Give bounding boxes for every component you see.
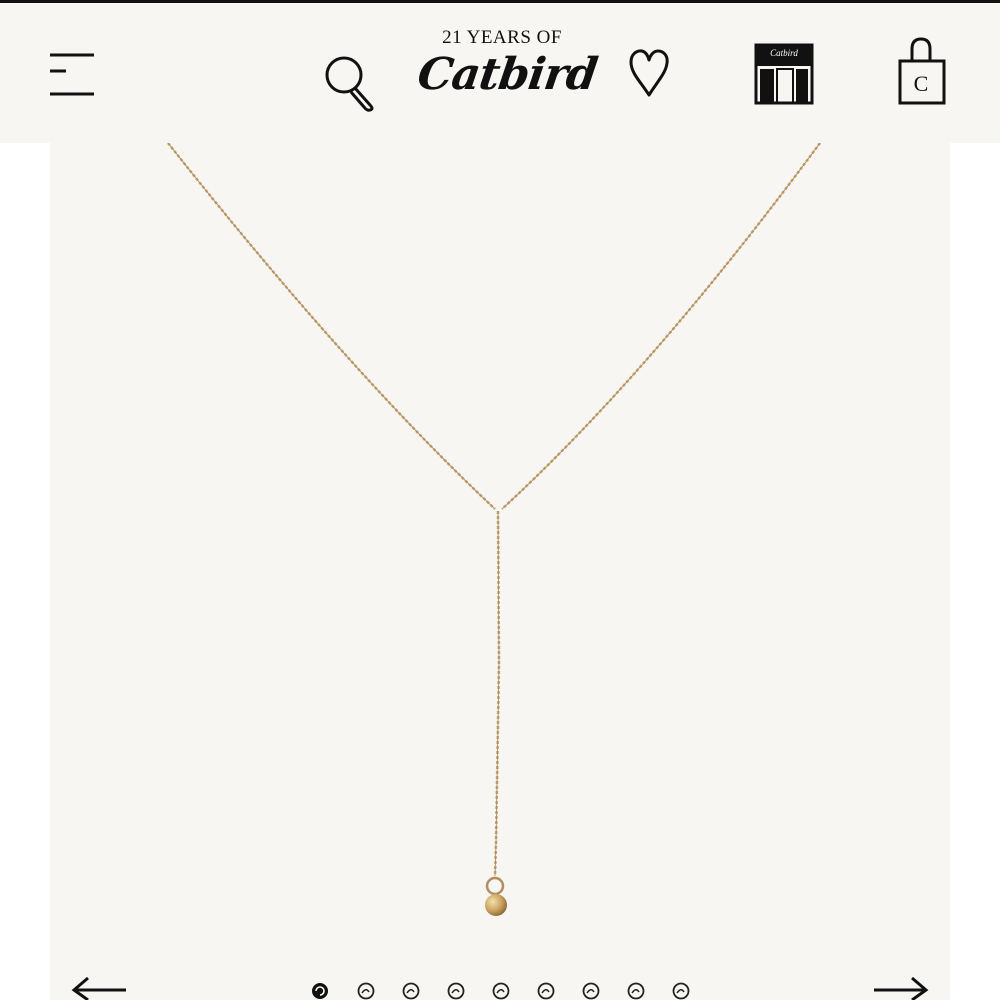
slide-dot-icon bbox=[672, 982, 690, 1000]
slide-dot-8[interactable] bbox=[624, 980, 648, 1000]
bag-letter: C bbox=[914, 71, 929, 96]
menu-icon bbox=[50, 53, 94, 96]
slide-dot-icon bbox=[402, 982, 420, 1000]
catbird-logo[interactable]: 21 YEARS OF Catbird bbox=[414, 27, 599, 127]
slide-dot-icon bbox=[627, 982, 645, 1000]
store-button[interactable]: Catbird bbox=[752, 41, 818, 107]
shopping-bag-icon: C bbox=[898, 37, 946, 105]
slide-dot-3[interactable] bbox=[399, 980, 423, 1000]
wishlist-button[interactable] bbox=[626, 47, 672, 101]
slide-dot-4[interactable] bbox=[444, 980, 468, 1000]
search-icon bbox=[325, 56, 374, 112]
slide-dot-active-icon bbox=[312, 983, 328, 999]
logo-anniversary-text: 21 YEARS OF bbox=[442, 27, 562, 48]
search-button[interactable] bbox=[318, 47, 382, 115]
slide-dot-icon bbox=[582, 982, 600, 1000]
menu-button[interactable] bbox=[44, 47, 100, 103]
slide-dot-icon bbox=[537, 982, 555, 1000]
store-sign-text: Catbird bbox=[770, 48, 798, 58]
slide-dot-7[interactable] bbox=[579, 980, 603, 1000]
slide-dot-5[interactable] bbox=[489, 980, 513, 1000]
slide-dot-9[interactable] bbox=[669, 980, 693, 1000]
product-image-gallery[interactable] bbox=[50, 143, 950, 1000]
slide-dot-icon bbox=[447, 982, 465, 1000]
slide-dot-6[interactable] bbox=[534, 980, 558, 1000]
slide-dot-1[interactable] bbox=[308, 980, 332, 1000]
lariat-necklace-image bbox=[166, 143, 822, 916]
arrow-left-icon bbox=[71, 976, 126, 1002]
previous-image-button[interactable] bbox=[70, 972, 130, 1002]
cart-button[interactable]: C bbox=[894, 35, 950, 109]
logo-brand-text: Catbird bbox=[414, 49, 600, 100]
heart-icon bbox=[629, 49, 669, 97]
slide-dot-icon bbox=[492, 982, 510, 1000]
site-header: 21 YEARS OF Catbird Catbird C bbox=[0, 3, 1000, 143]
slide-dot-2[interactable] bbox=[354, 980, 378, 1000]
slide-dot-icon bbox=[357, 982, 375, 1000]
store-icon: Catbird bbox=[754, 43, 814, 105]
arrow-right-icon bbox=[874, 976, 929, 1002]
next-image-button[interactable] bbox=[870, 972, 930, 1002]
